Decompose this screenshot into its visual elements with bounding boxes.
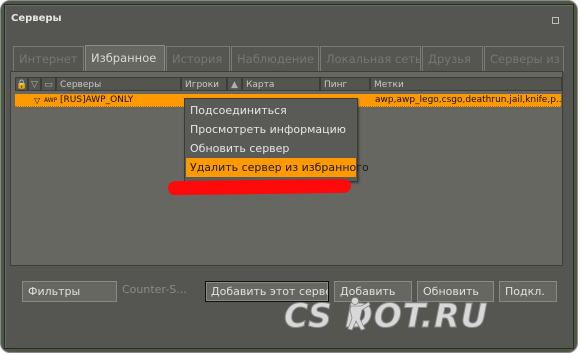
server-tags: awp,awp_lego,csgo,deathrun,jail,knife,p.… — [375, 95, 561, 105]
context-menu: Подсоединиться Просмотреть информацию Об… — [184, 98, 369, 182]
column-map[interactable]: Карта — [242, 77, 320, 91]
server-name: [RUS]AWP_ONLY — [60, 95, 134, 105]
tab-friends[interactable]: Друзья — [422, 46, 483, 71]
game-filter-label: Counter-S... — [122, 283, 187, 296]
red-highlight-mark — [167, 178, 352, 196]
tab-favorites[interactable]: Избранное — [85, 45, 165, 73]
tab-history[interactable]: История — [166, 46, 230, 71]
tab-spectate[interactable]: Наблюдение — [231, 46, 319, 71]
column-ping[interactable]: Пинг — [320, 77, 370, 91]
menu-item-connect[interactable]: Подсоединиться — [186, 101, 356, 120]
close-icon[interactable] — [552, 17, 559, 24]
column-servers[interactable]: Серверы — [56, 77, 181, 91]
column-tags[interactable]: Метки — [370, 77, 562, 91]
shield-icon[interactable]: ▽ — [28, 77, 41, 91]
tab-blacklist[interactable]: Серверы из ч — [484, 46, 564, 71]
menu-item-refresh-server[interactable]: Обновить сервер — [186, 139, 356, 158]
bots-icon[interactable]: ▭ — [41, 77, 56, 91]
menu-item-remove-favorite[interactable]: Удалить сервер из избранного — [186, 158, 369, 177]
shield-icon: ▽ — [34, 96, 41, 105]
row-badge: AWP — [44, 97, 58, 104]
csdot-watermark-logo: CS DOT.RU — [284, 296, 488, 335]
svg-text:CS DOT.RU: CS DOT.RU — [284, 296, 488, 334]
tab-lan[interactable]: Локальная сеть — [320, 46, 421, 71]
filters-button[interactable]: Фильтры — [22, 281, 117, 302]
tab-internet[interactable]: Интернет — [13, 46, 84, 71]
column-players[interactable]: Игроки — [181, 77, 227, 91]
menu-item-view-info[interactable]: Просмотреть информацию — [186, 120, 356, 139]
window-title: Серверы — [11, 13, 62, 24]
lock-icon[interactable]: 🔒 — [15, 77, 28, 91]
map-icon[interactable]: ▲ — [227, 77, 242, 91]
